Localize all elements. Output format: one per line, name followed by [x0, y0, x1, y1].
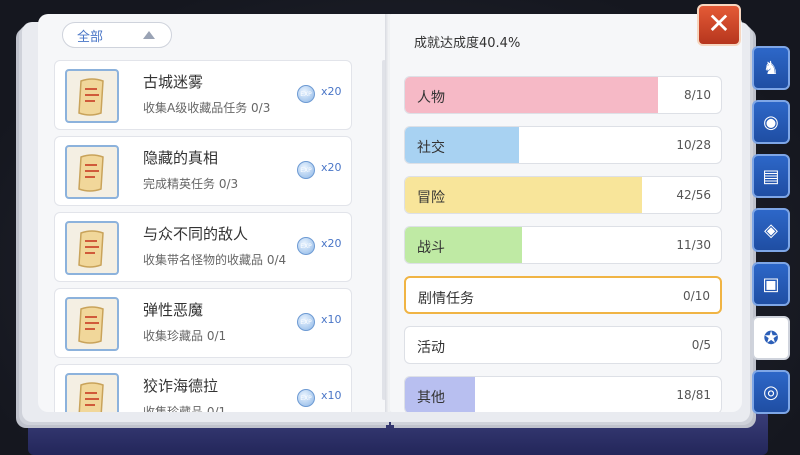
achievement-item[interactable]: 隐藏的真相 完成精英任务 0/3 EXP x20 [54, 136, 352, 206]
achievement-title: 古城迷雾 [143, 73, 204, 91]
reward-amount: x10 [321, 389, 342, 402]
reward-amount: x20 [321, 237, 342, 250]
category-label: 社交 [417, 140, 445, 156]
exp-icon: EXP [297, 85, 315, 103]
category-label: 其他 [417, 390, 445, 406]
target-icon: ◎ [763, 381, 779, 403]
achievement-desc: 收集珍藏品 0/1 [143, 405, 227, 412]
category-page: 成就达成度40.4% 人物 8/10 社交 10/28 冒险 42/56 战斗 … [390, 14, 742, 412]
scroll-icon [65, 221, 119, 275]
category-row[interactable]: 活动 0/5 [404, 326, 722, 364]
tab-book[interactable]: ▤ [752, 154, 790, 198]
reward-amount: x20 [321, 161, 342, 174]
achievement-desc: 收集A级收藏品任务 0/3 [143, 101, 271, 115]
category-count: 10/28 [676, 138, 711, 152]
scroll-icon [65, 297, 119, 351]
category-count: 8/10 [684, 88, 711, 102]
category-label: 人物 [417, 90, 445, 106]
coin-head-icon: ◉ [763, 111, 779, 133]
achievement-title: 狡诈海德拉 [143, 377, 219, 395]
exp-icon: EXP [297, 389, 315, 407]
achievement-desc: 收集带名怪物的收藏品 0/4 [143, 253, 287, 267]
scroll-icon [65, 145, 119, 199]
category-label: 剧情任务 [418, 291, 474, 307]
tab-medal[interactable]: ✪ [752, 316, 790, 360]
category-count: 0/5 [691, 338, 711, 352]
filter-label: 全部 [77, 29, 104, 45]
category-count: 11/30 [676, 238, 711, 252]
achievement-item[interactable]: 狡诈海德拉 收集珍藏品 0/1 EXP x10 [54, 364, 352, 412]
achievement-title: 弹性恶魔 [143, 301, 204, 319]
scroll-icon [65, 69, 119, 123]
tab-coin-head[interactable]: ◉ [752, 100, 790, 144]
medal-icon: ✪ [763, 327, 779, 349]
category-row[interactable]: 其他 18/81 [404, 376, 722, 412]
category-list: 人物 8/10 社交 10/28 冒险 42/56 战斗 11/30 剧情任务 … [404, 76, 722, 412]
tab-card[interactable]: ◈ [752, 208, 790, 252]
category-label: 冒险 [417, 190, 445, 206]
achievement-title: 与众不同的敌人 [143, 225, 249, 243]
side-tabs: ♞ ◉ ▤ ◈ ▣ ✪ ◎ [752, 46, 792, 424]
scroll-icon [65, 373, 119, 412]
book-icon: ▤ [762, 165, 780, 187]
category-row[interactable]: 人物 8/10 [404, 76, 722, 114]
reward-amount: x20 [321, 85, 342, 98]
reward-amount: x10 [321, 313, 342, 326]
close-button[interactable]: ✕ [697, 4, 741, 46]
briefcase-icon: ▣ [762, 273, 780, 295]
category-label: 战斗 [417, 240, 445, 256]
achievement-list[interactable]: 古城迷雾 收集A级收藏品任务 0/3 EXP x20 隐藏的真相 完成精英任务 … [54, 60, 372, 412]
tab-target[interactable]: ◎ [752, 370, 790, 414]
chevron-up-icon [143, 31, 155, 39]
achievement-list-page: 全部 古城迷雾 收集A级收藏品任务 0/3 EXP x20 隐藏的真相 完成精英… [38, 14, 388, 412]
unicorn-icon: ♞ [762, 57, 780, 79]
card-icon: ◈ [764, 219, 778, 241]
exp-icon: EXP [297, 237, 315, 255]
achievement-item[interactable]: 古城迷雾 收集A级收藏品任务 0/3 EXP x20 [54, 60, 352, 130]
achievement-title: 隐藏的真相 [143, 149, 219, 167]
achievement-item[interactable]: 与众不同的敌人 收集带名怪物的收藏品 0/4 EXP x20 [54, 212, 352, 282]
category-count: 18/81 [676, 388, 711, 402]
tab-briefcase[interactable]: ▣ [752, 262, 790, 306]
achievement-progress: 成就达成度40.4% [414, 36, 521, 51]
achievement-item[interactable]: 弹性恶魔 收集珍藏品 0/1 EXP x10 [54, 288, 352, 358]
category-row[interactable]: 社交 10/28 [404, 126, 722, 164]
achievement-desc: 收集珍藏品 0/1 [143, 329, 227, 343]
achievement-desc: 完成精英任务 0/3 [143, 177, 239, 191]
category-row[interactable]: 冒险 42/56 [404, 176, 722, 214]
category-label: 活动 [417, 340, 445, 356]
category-row[interactable]: 战斗 11/30 [404, 226, 722, 264]
category-count: 42/56 [676, 188, 711, 202]
filter-dropdown[interactable]: 全部 [62, 22, 172, 48]
tab-unicorn[interactable]: ♞ [752, 46, 790, 90]
exp-icon: EXP [297, 161, 315, 179]
category-count: 0/10 [683, 289, 710, 303]
category-row[interactable]: 剧情任务 0/10 [404, 276, 722, 314]
exp-icon: EXP [297, 313, 315, 331]
